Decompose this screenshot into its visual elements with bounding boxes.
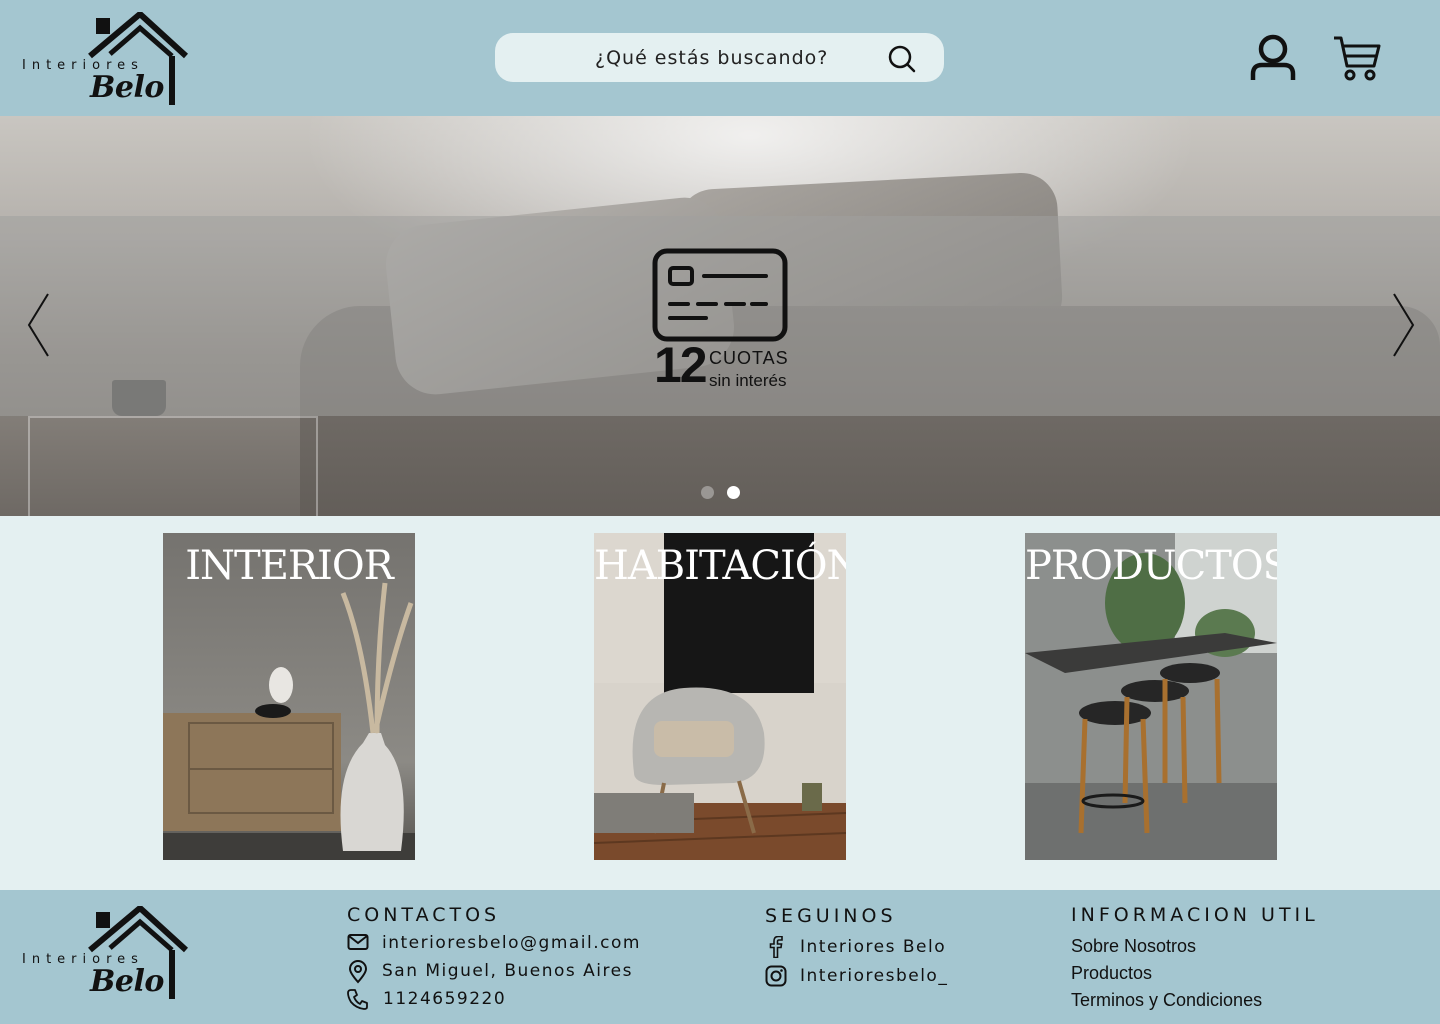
carousel-next-arrow-icon[interactable] — [1390, 292, 1416, 358]
social-heading: SEGUINOS — [765, 905, 897, 927]
instagram-link[interactable]: Interioresbelo_ — [800, 966, 948, 986]
brand-name-big: Belo — [90, 70, 164, 105]
carousel-dot-1[interactable] — [701, 486, 714, 499]
category-title: PRODUCTOS — [1025, 543, 1277, 589]
footer-link-terminos[interactable]: Terminos y Condiciones — [1071, 990, 1262, 1011]
contacts-heading: CONTACTOS — [347, 904, 501, 926]
carousel-dot-2-active[interactable] — [727, 486, 740, 499]
category-title: HABITACIÓN — [594, 543, 846, 589]
credit-card-icon — [652, 248, 788, 342]
info-heading: INFORMACION UTIL — [1071, 904, 1319, 926]
mail-icon — [347, 934, 369, 950]
category-card-interior[interactable]: INTERIOR — [163, 533, 415, 860]
search-input[interactable] — [495, 33, 875, 82]
site-header: Interiores Belo — [0, 0, 1440, 116]
promo-installments-label: CUOTAS — [709, 348, 789, 368]
hero-side-table — [28, 416, 318, 516]
category-card-productos[interactable]: PRODUCTOS — [1025, 533, 1277, 860]
site-footer: Interiores Belo CONTACTOS interioresbelo… — [0, 890, 1440, 1024]
category-card-habitacion[interactable]: HABITACIÓN — [594, 533, 846, 860]
search-icon[interactable] — [887, 44, 917, 74]
hero-carousel: 12 CUOTAS sin interés — [0, 116, 1440, 516]
search-bar — [495, 33, 944, 82]
footer-link-productos[interactable]: Productos — [1071, 963, 1152, 984]
footer-brand-logo[interactable]: Interiores Belo — [22, 906, 202, 1006]
brand-logo[interactable]: Interiores Belo — [22, 12, 202, 112]
contact-phone[interactable]: 1124659220 — [383, 989, 506, 1009]
footer-link-sobre-nosotros[interactable]: Sobre Nosotros — [1071, 936, 1196, 957]
facebook-link[interactable]: Interiores Belo — [800, 937, 946, 957]
cart-icon[interactable] — [1332, 34, 1382, 82]
user-icon[interactable] — [1250, 34, 1296, 82]
instagram-icon[interactable] — [765, 965, 787, 987]
facebook-icon[interactable] — [768, 936, 784, 958]
contact-email[interactable]: interioresbelo@gmail.com — [382, 933, 641, 953]
carousel-prev-arrow-icon[interactable] — [26, 292, 52, 358]
phone-icon — [347, 989, 368, 1010]
contact-address: San Miguel, Buenos Aires — [382, 961, 633, 981]
location-pin-icon — [348, 960, 368, 984]
promo-installments-number: 12 — [654, 337, 708, 393]
category-title: INTERIOR — [185, 543, 394, 589]
promo-interest-label: sin interés — [709, 371, 787, 390]
brand-name-big: Belo — [90, 964, 164, 999]
